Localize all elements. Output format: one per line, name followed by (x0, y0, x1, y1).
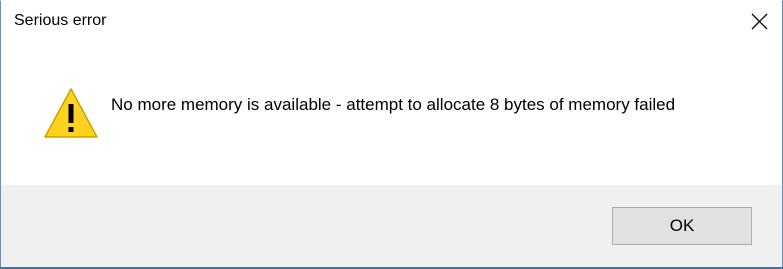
dialog-title: Serious error (14, 12, 107, 29)
title-bar: Serious error (1, 1, 782, 43)
error-message: No more memory is available - attempt to… (111, 95, 676, 114)
close-button[interactable] (736, 1, 782, 41)
error-dialog: Serious error No more memory is availabl… (0, 0, 783, 269)
button-area: OK (1, 185, 782, 268)
close-icon (751, 13, 768, 30)
warning-icon (44, 88, 98, 138)
dialog-content: No more memory is available - attempt to… (1, 43, 782, 185)
ok-button[interactable]: OK (612, 207, 752, 245)
